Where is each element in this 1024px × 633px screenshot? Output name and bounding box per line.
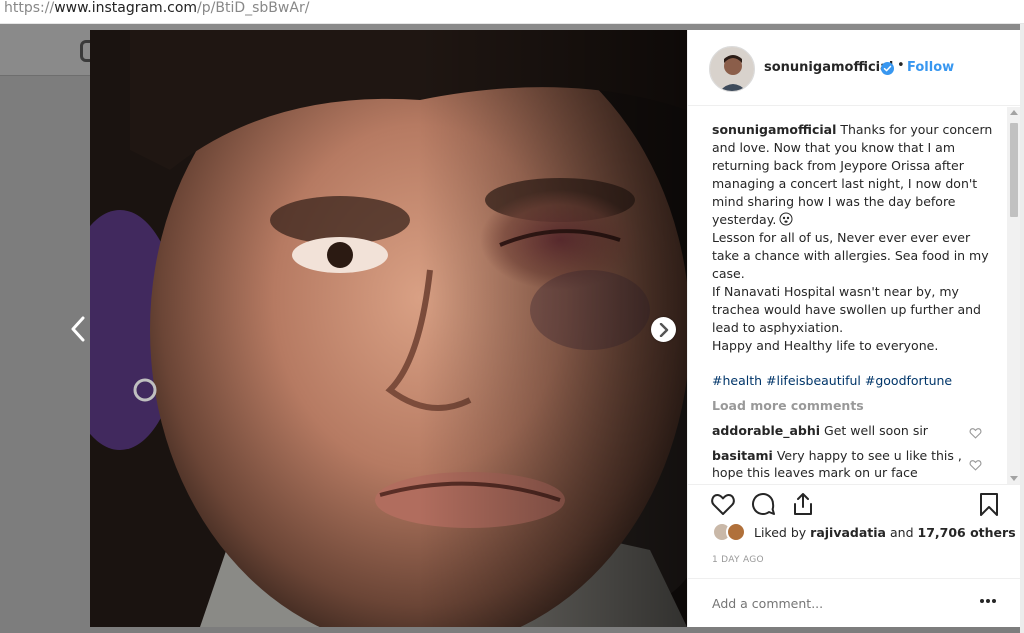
post-details-panel: sonunigamofficial • Follow sonunigamoffi… <box>687 30 1021 627</box>
bookmark-icon[interactable] <box>976 491 1002 517</box>
post-hashtags[interactable]: #health #lifeisbeautiful #goodfortune <box>712 372 952 390</box>
comment-username[interactable]: basitami <box>712 448 773 463</box>
load-more-comments-button[interactable]: Load more comments <box>712 398 864 413</box>
caption-line-6: yesterday. <box>712 211 984 229</box>
emoji-face-icon <box>779 212 793 226</box>
caption-text-6: yesterday. <box>712 212 777 227</box>
post-username[interactable]: sonunigamofficial <box>764 60 893 75</box>
url-text[interactable]: https://www.instagram.com/p/BtiD_sbBwAr/ <box>4 0 309 16</box>
comments-scrollbar[interactable] <box>1007 107 1021 484</box>
scroll-up-arrow-icon[interactable] <box>1010 110 1018 115</box>
likes-and: and <box>889 525 914 540</box>
post-timestamp[interactable]: 1 DAY AGO <box>712 555 764 565</box>
comment-like-heart-icon[interactable] <box>969 427 982 439</box>
heart-icon[interactable] <box>710 491 736 517</box>
browser-url-bar[interactable]: https://www.instagram.com/p/BtiD_sbBwAr/ <box>0 0 1024 24</box>
comment-item: basitami Very happy to see u like this ,… <box>712 447 982 481</box>
likes-text: Liked by rajivadatia and 17,706 others <box>754 525 1016 540</box>
avatar[interactable] <box>709 46 755 92</box>
caption-line-2: and love. Now that you know that I am <box>712 140 955 155</box>
caption-line-13: Happy and Healthy life to everyone. <box>712 338 939 353</box>
caption-line-3: returning back from Jeypore Orissa after <box>712 158 964 173</box>
url-host: www.instagram.com <box>54 0 198 16</box>
post-photo[interactable] <box>90 30 687 627</box>
caption-line-4: managing a concert last night, I now don… <box>712 176 978 191</box>
likes-username[interactable]: rajivadatia <box>810 525 886 540</box>
comment-item: addorable_abhi Get well soon sir <box>712 422 982 439</box>
more-options-icon[interactable] <box>978 591 998 611</box>
chevron-right-icon[interactable] <box>651 317 676 342</box>
verified-badge-icon <box>881 62 894 75</box>
comment-text: Very happy to see u like this , <box>776 448 962 463</box>
comment-username[interactable]: addorable_abhi <box>712 423 820 438</box>
scrollbar-thumb[interactable] <box>1010 123 1018 217</box>
likes-prefix: Liked by <box>754 525 807 540</box>
selfie-image <box>90 30 687 627</box>
comments-scroll-area[interactable]: sonunigamofficial Thanks for your concer… <box>688 107 1021 484</box>
comment-line: addorable_abhi Get well soon sir <box>712 422 982 439</box>
chevron-left-icon[interactable] <box>64 314 92 344</box>
caption-line-5: mind sharing how I was the day before <box>712 194 956 209</box>
liker-avatar[interactable] <box>726 522 746 542</box>
caption-line-8: take a chance with allergies. Sea food i… <box>712 248 989 263</box>
follow-button[interactable]: Follow <box>907 60 954 75</box>
caption-line-12: lead to asphyxiation. <box>712 320 844 335</box>
caption-line-1: sonunigamofficial Thanks for your concer… <box>712 121 992 139</box>
likes-summary: Liked by rajivadatia and 17,706 others <box>712 522 1016 544</box>
post-caption: sonunigamofficial Thanks for your concer… <box>712 121 992 355</box>
likes-count[interactable]: 17,706 others <box>918 525 1016 540</box>
caption-text-1: Thanks for your concern <box>840 122 993 137</box>
share-icon[interactable] <box>790 491 816 517</box>
url-path: /p/BtiD_sbBwAr/ <box>197 0 310 16</box>
comment-icon[interactable] <box>750 491 776 517</box>
add-comment-input[interactable] <box>712 596 952 611</box>
comment-line: hope this leaves mark on ur face <box>712 465 918 480</box>
separator-bullet: • <box>897 58 905 73</box>
caption-line-10: If Nanavati Hospital wasn't near by, my <box>712 284 959 299</box>
caption-username[interactable]: sonunigamofficial <box>712 122 836 137</box>
comment-text: Get well soon sir <box>824 423 928 438</box>
caption-line-7: Lesson for all of us, Never ever ever ev… <box>712 230 971 245</box>
page-edge <box>1020 24 1024 633</box>
comment-like-heart-icon[interactable] <box>969 459 982 471</box>
caption-line-9: case. <box>712 266 745 281</box>
caption-line-11: trachea would have swollen up further an… <box>712 302 981 317</box>
post-header: sonunigamofficial • Follow <box>688 30 1021 106</box>
scroll-down-arrow-icon[interactable] <box>1010 476 1018 481</box>
comment-line: basitami Very happy to see u like this , <box>712 447 982 464</box>
add-comment-bar <box>688 578 1021 627</box>
url-scheme: https:// <box>4 0 55 16</box>
